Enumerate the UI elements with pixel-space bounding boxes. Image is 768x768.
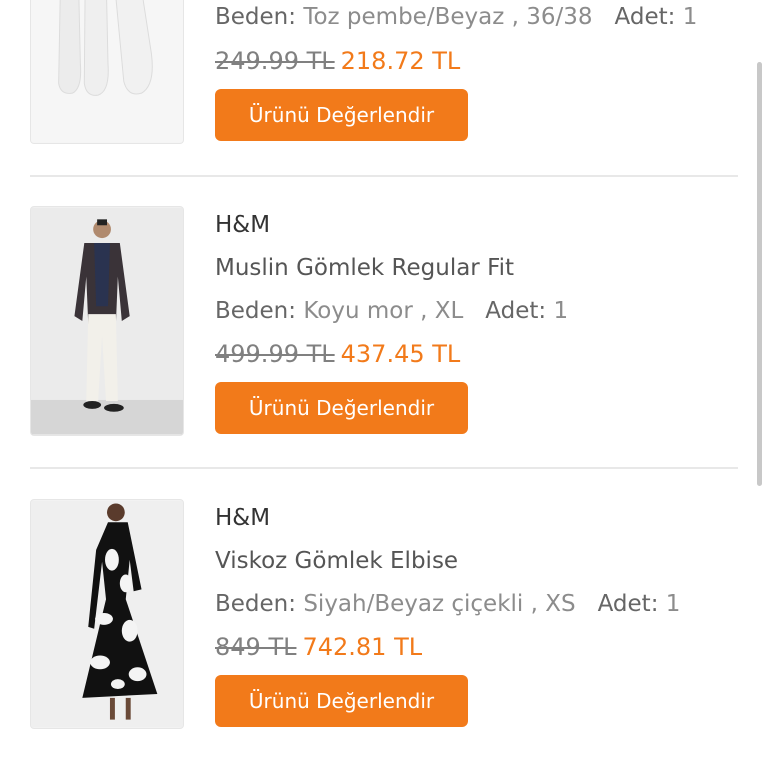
size-label: Beden: bbox=[215, 4, 297, 30]
rate-product-button[interactable]: Ürünü Değerlendir bbox=[215, 675, 468, 727]
size-qty-line: Beden: Toz pembe/Beyaz , 36/38 Adet: 1 bbox=[215, 4, 697, 30]
qty-value: 1 bbox=[665, 591, 681, 617]
divider bbox=[30, 467, 738, 469]
old-price: 849 TL bbox=[215, 633, 297, 661]
new-price: 218.72 TL bbox=[340, 47, 461, 75]
size-qty-line: Beden: Siyah/Beyaz çiçekli , XS Adet: 1 bbox=[215, 591, 680, 617]
product-brand: H&M bbox=[215, 212, 271, 238]
size-value: Toz pembe/Beyaz , 36/38 bbox=[303, 4, 593, 30]
old-price: 249.99 TL bbox=[215, 47, 335, 75]
price-line: 849 TL 742.81 TL bbox=[215, 633, 422, 661]
product-image-dress[interactable] bbox=[30, 499, 184, 729]
divider bbox=[30, 175, 738, 177]
qty-value: 1 bbox=[682, 4, 698, 30]
rate-product-button[interactable]: Ürünü Değerlendir bbox=[215, 382, 468, 434]
scrollbar[interactable] bbox=[757, 62, 762, 486]
price-line: 249.99 TL 218.72 TL bbox=[215, 47, 460, 75]
product-image-socks[interactable] bbox=[30, 0, 184, 144]
old-price: 499.99 TL bbox=[215, 340, 335, 368]
qty-label: Adet: bbox=[597, 591, 659, 617]
size-label: Beden: bbox=[215, 298, 297, 324]
size-value: Koyu mor , XL bbox=[303, 298, 464, 324]
product-brand: H&M bbox=[215, 505, 271, 531]
qty-value: 1 bbox=[553, 298, 569, 324]
qty-label: Adet: bbox=[614, 4, 676, 30]
size-label: Beden: bbox=[215, 591, 297, 617]
floral-dress-photo-icon bbox=[31, 500, 183, 728]
new-price: 742.81 TL bbox=[302, 633, 423, 661]
new-price: 437.45 TL bbox=[340, 340, 461, 368]
product-name[interactable]: Viskoz Gömlek Elbise bbox=[215, 548, 458, 574]
price-line: 499.99 TL 437.45 TL bbox=[215, 340, 460, 368]
qty-label: Adet: bbox=[485, 298, 547, 324]
product-name[interactable]: Muslin Gömlek Regular Fit bbox=[215, 255, 514, 281]
socks-photo-icon bbox=[31, 0, 183, 143]
product-image-shirt[interactable] bbox=[30, 206, 184, 436]
rate-product-button[interactable]: Ürünü Değerlendir bbox=[215, 89, 468, 141]
size-qty-line: Beden: Koyu mor , XL Adet: 1 bbox=[215, 298, 568, 324]
man-shirt-photo-icon bbox=[31, 207, 183, 435]
size-value: Siyah/Beyaz çiçekli , XS bbox=[303, 591, 576, 617]
